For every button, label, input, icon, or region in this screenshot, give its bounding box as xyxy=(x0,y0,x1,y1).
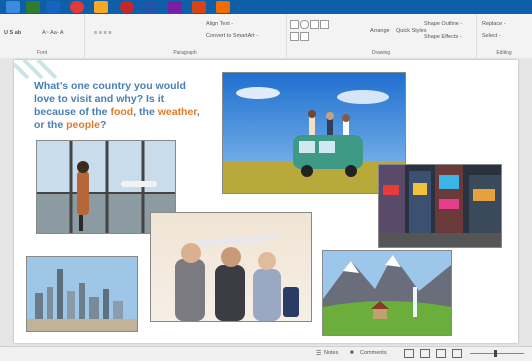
photo-mountain-village[interactable] xyxy=(322,250,452,336)
word-icon[interactable] xyxy=(144,1,158,13)
photo-city-skyline[interactable] xyxy=(26,256,138,332)
shape-rect-icon[interactable] xyxy=(290,20,299,29)
shape-oval-icon[interactable] xyxy=(300,20,309,29)
photo-young-travelers[interactable] xyxy=(150,212,312,322)
prompt-sep-1: , the xyxy=(133,106,158,118)
quick-styles-button[interactable]: Quick Styles xyxy=(396,28,427,34)
ppt-icon[interactable] xyxy=(192,1,206,13)
keyword-people: people xyxy=(66,119,100,131)
paragraph-group: ≡ ≡ ≡ ≡ Align Text - Convert to SmartArt… xyxy=(84,14,287,58)
shape-arrow-icon[interactable] xyxy=(320,20,329,29)
taskbar xyxy=(0,0,532,14)
slideshow-icon[interactable] xyxy=(452,349,462,358)
editing-group: Replace - Select - Editing xyxy=(476,14,532,58)
app-icon[interactable] xyxy=(120,1,134,13)
ribbon: U S ab A~ Aa- A Font ≡ ≡ ≡ ≡ Align Text … xyxy=(0,14,532,59)
replace-button[interactable]: Replace - xyxy=(482,21,506,27)
outlook-icon[interactable] xyxy=(46,1,60,13)
reading-view-icon[interactable] xyxy=(436,349,446,358)
convert-smartart-button[interactable]: Convert to SmartArt - xyxy=(206,33,258,39)
drawing-group: Arrange Quick Styles Shape Outline - Sha… xyxy=(286,14,477,58)
explorer-icon[interactable] xyxy=(26,1,40,13)
photo-times-square[interactable] xyxy=(378,164,502,248)
shape-effects-button[interactable]: Shape Effects - xyxy=(424,34,462,40)
notes-button[interactable]: Notes xyxy=(324,350,338,356)
discussion-prompt[interactable]: What’s one country you would love to vis… xyxy=(34,80,224,132)
folder-icon[interactable] xyxy=(94,1,108,13)
zoom-slider[interactable] xyxy=(470,353,524,354)
shape-line-icon[interactable] xyxy=(310,20,319,29)
notes-icon[interactable]: ☰ xyxy=(316,350,321,357)
status-bar: ☰ Notes ■ Comments xyxy=(0,346,532,361)
comments-button[interactable]: Comments xyxy=(360,350,387,356)
start-icon[interactable] xyxy=(6,1,20,13)
shape-outline-button[interactable]: Shape Outline - xyxy=(424,21,462,27)
shape-star-icon[interactable] xyxy=(300,32,309,41)
prompt-line-3-text: because of the xyxy=(34,106,111,118)
align-left-icon[interactable]: ≡ ≡ ≡ ≡ xyxy=(94,30,111,36)
prompt-line-2: love to visit and why? Is it xyxy=(34,93,165,105)
prompt-sep-2: , xyxy=(196,106,200,118)
align-text-button[interactable]: Align Text - xyxy=(206,21,233,27)
zoom-slider-thumb[interactable] xyxy=(494,350,497,357)
keyword-food: food xyxy=(110,106,134,118)
font-color-button[interactable]: A~ Aa- A xyxy=(42,30,64,36)
slide-sorter-icon[interactable] xyxy=(420,349,430,358)
prompt-line-4-text: or the xyxy=(34,119,67,131)
keyword-weather: weather xyxy=(157,106,197,118)
normal-view-icon[interactable] xyxy=(404,349,414,358)
comments-icon[interactable]: ■ xyxy=(350,350,354,356)
shape-brace-icon[interactable] xyxy=(290,32,299,41)
font-group-label: Font xyxy=(36,50,47,56)
onenote-icon[interactable] xyxy=(168,1,182,13)
chrome-icon[interactable] xyxy=(70,1,84,13)
select-button[interactable]: Select - xyxy=(482,33,501,39)
drawing-group-label: Drawing xyxy=(371,50,391,56)
editing-group-label: Editing xyxy=(496,50,512,56)
paragraph-group-label: Paragraph xyxy=(173,50,197,56)
font-group: U S ab A~ Aa- A Font xyxy=(0,14,85,58)
slide-canvas[interactable]: What’s one country you would love to vis… xyxy=(14,60,518,343)
underline-button[interactable]: U S ab xyxy=(4,30,21,36)
prompt-line-1: What’s one country you would xyxy=(34,80,186,92)
prompt-line-3: because of the food, the weather, xyxy=(34,106,224,119)
media-icon[interactable] xyxy=(216,1,230,13)
arrange-button[interactable]: Arrange xyxy=(370,28,390,34)
prompt-line-4: or the people? xyxy=(34,119,224,132)
prompt-line-4-end: ? xyxy=(99,119,107,131)
